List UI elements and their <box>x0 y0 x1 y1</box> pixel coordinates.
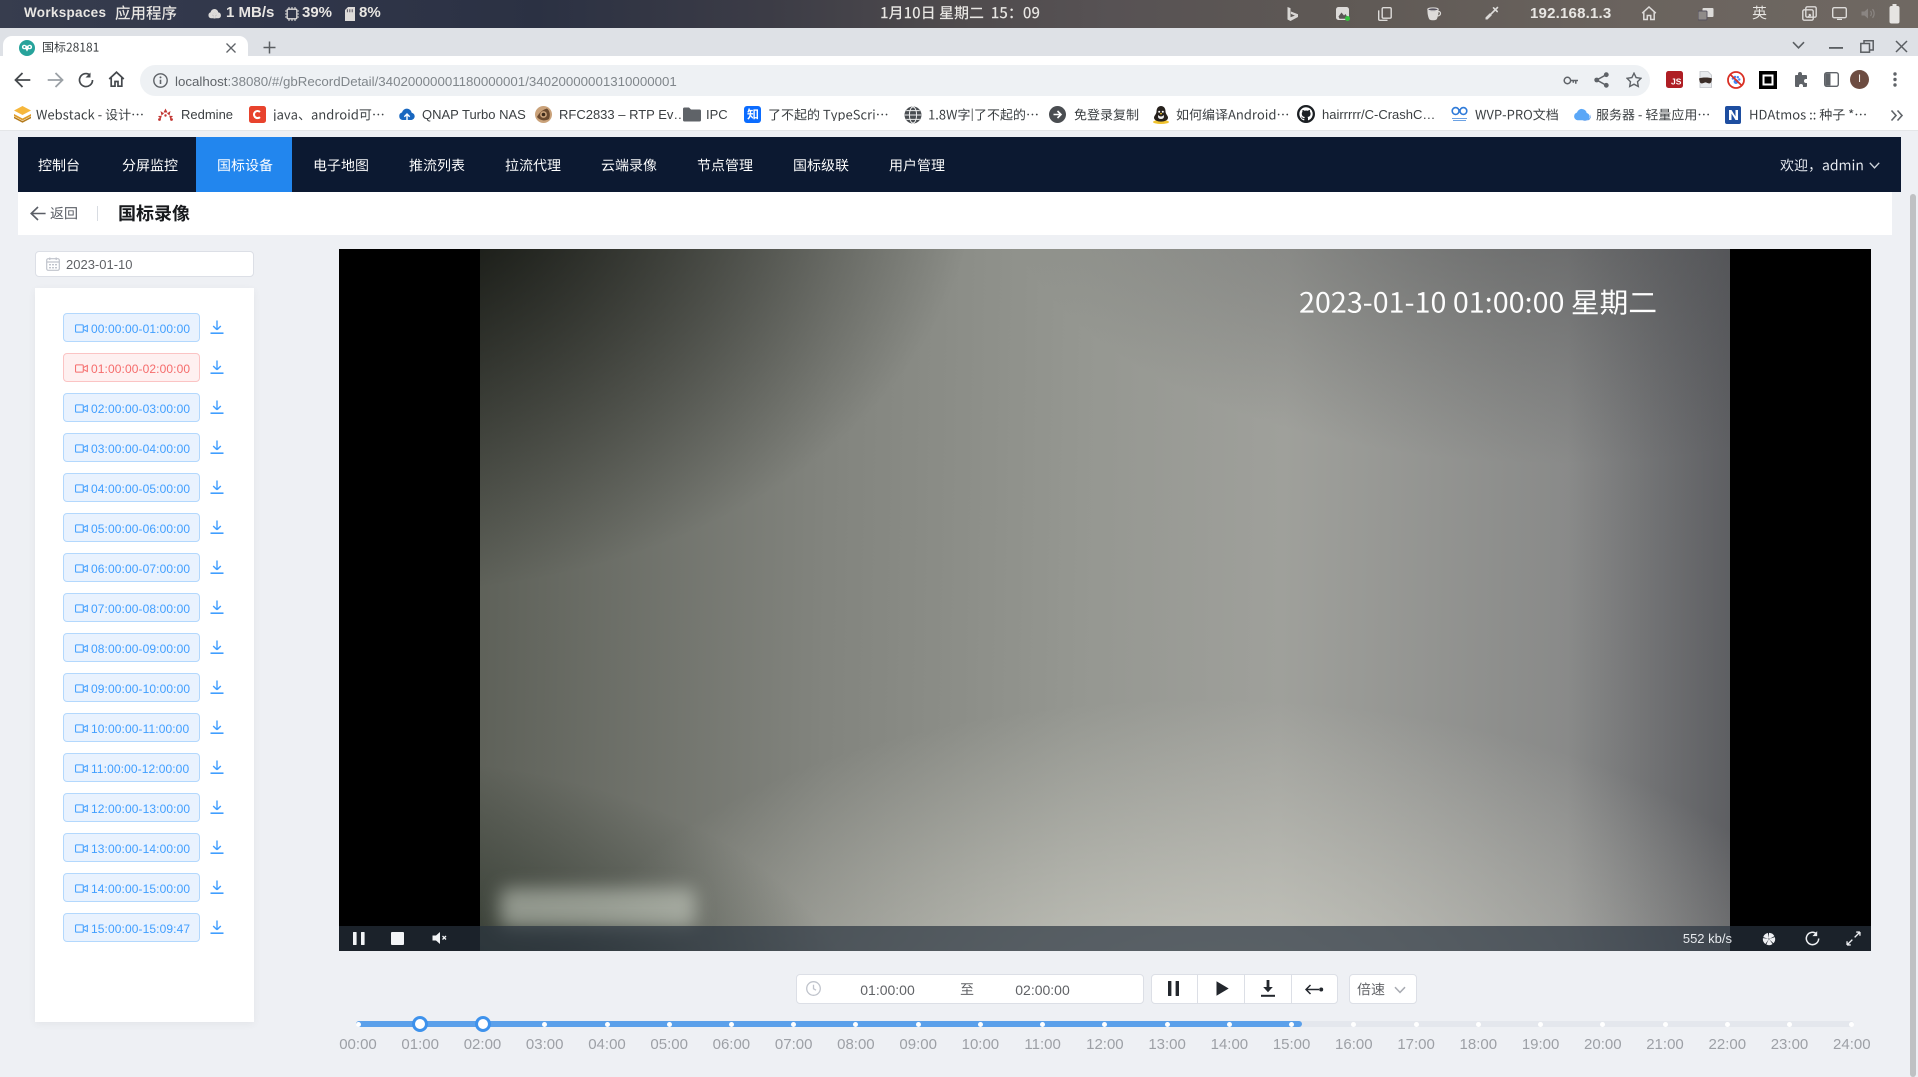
svg-text:JS: JS <box>1671 77 1682 87</box>
